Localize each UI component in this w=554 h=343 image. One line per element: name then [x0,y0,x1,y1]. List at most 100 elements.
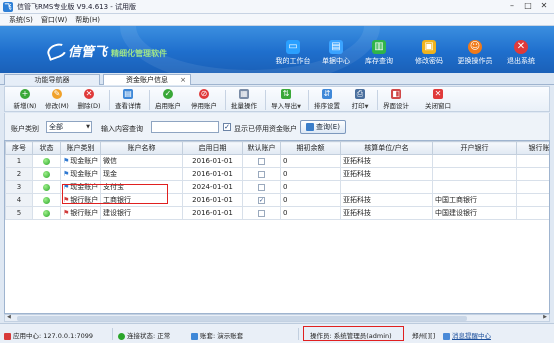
close-window-button[interactable]: ✕ 关闭窗口 [423,89,453,111]
enable-account-button[interactable]: ✓ 启用账户 [153,89,183,111]
toolbar-separator [308,90,309,110]
toolbar-label: 删除(D) [77,102,101,110]
add-button[interactable]: + 新增(N) [11,89,39,111]
default-account-checkbox[interactable] [258,170,265,178]
menu-window[interactable]: 窗口(W) [41,15,67,25]
enable-icon: ✓ [163,89,173,99]
nav-my-workbench[interactable]: ▭ 我的工作台 [272,40,314,66]
column-header[interactable]: 启用日期 [182,141,243,155]
column-header[interactable]: 序号 [5,141,33,155]
query-button-label: 查询(E) [316,123,340,131]
accounting-unit-cell: 亚拓科技 [340,154,433,168]
nav-label: 修改密码 [415,57,443,65]
toolbar-label: 打印▼ [351,102,369,110]
table-row[interactable]: 5 ⚑银行账户 建设银行 2016-01-01 0 亚拓科技 中国建设银行 [5,206,549,220]
account-type-select[interactable]: 全部 ▼ [46,121,92,133]
region-status: 郑州[][] [412,332,436,340]
toolbar-label: 停用账户 [191,102,217,110]
nav-switch-operator[interactable]: ☺ 更换操作员 [454,40,496,66]
row-number: 3 [5,180,33,194]
opening-balance-cell: 0 [280,180,341,194]
default-account-checkbox[interactable] [258,157,265,165]
book-icon: ▥ [372,40,386,54]
nav-inventory-query[interactable]: ▥ 库存查询 [358,40,400,66]
account-set-status: 账套: 演示账套 [191,330,243,340]
toolbar-separator [149,90,150,110]
monitor-icon: ▭ [286,40,300,54]
ui-design-button[interactable]: ◧ 界面设计 [381,89,411,111]
header-banner: 信管飞 精细化管理软件 ▭ 我的工作台 ▤ 单据中心 ▥ 库存查询 ▣ 修改密码… [0,26,554,73]
batch-operation-button[interactable]: ▦ 批量操作 [229,89,259,111]
menu-help[interactable]: 帮助(H) [75,15,100,25]
default-account-cell [242,180,281,194]
status-cell [32,167,61,181]
account-name-cell: 微信 [100,154,183,168]
nav-document-center[interactable]: ▤ 单据中心 [315,40,357,66]
column-header[interactable]: 核算单位/户名 [340,141,433,155]
message-center-link[interactable]: 消息提醒中心 [443,330,491,340]
show-disabled-checkbox[interactable]: ✓ [223,123,231,131]
account-name-cell: 建设银行 [100,206,183,220]
account-type-cell: ⚑现金账户 [60,154,101,168]
tab-function-navigator[interactable]: 功能导航器 [4,74,100,85]
column-header[interactable]: 银行账号 [516,141,549,155]
bank-account-cell [516,180,549,194]
print-button[interactable]: ⎙ 打印▼ [348,89,372,111]
query-input[interactable] [151,121,219,133]
toolbar: + 新增(N) ✎ 修改(M) ✕ 删除(D) ▤ 查看详情 ✓ 启用账户 ⊘ … [4,86,550,112]
menu-system[interactable]: 系统(S) [9,15,33,25]
column-header[interactable]: 开户银行 [432,141,517,155]
tab-label: 功能导航器 [34,76,70,84]
close-button[interactable]: ✕ [536,1,552,12]
start-date-cell: 2016-01-01 [182,154,243,168]
scroll-left-icon[interactable]: ◀ [7,314,11,320]
default-account-checkbox[interactable] [258,209,265,217]
bank-flag-icon: ⚑ [63,209,70,217]
scroll-right-icon[interactable]: ▶ [543,314,547,320]
column-header[interactable]: 状态 [32,141,61,155]
delete-button[interactable]: ✕ 删除(D) [75,89,103,111]
disable-account-button[interactable]: ⊘ 停用账户 [189,89,219,111]
import-export-button[interactable]: ⇅ 导入导出▼ [269,89,303,111]
search-icon [306,123,315,131]
title-bar: 飞 信管飞RMS专业版 V9.4.613 - 试用版 – □ ✕ [0,0,554,14]
status-cell [32,180,61,194]
maximize-button[interactable]: □ [520,1,536,12]
view-details-button[interactable]: ▤ 查看详情 [113,89,143,111]
table-row[interactable]: 1 ⚑现金账户 微信 2016-01-01 0 亚拓科技 [5,154,549,168]
window-controls: – □ ✕ [504,1,552,12]
column-header[interactable]: 账户名称 [100,141,183,155]
tab-fund-accounts[interactable]: 资金账户信息 × [103,74,191,85]
status-bar: 应用中心: 127.0.0.1:7099 连接状态: 正常 账套: 演示账套 操… [0,323,554,343]
toolbar-label: 排序设置 [314,102,340,110]
import-export-icon: ⇅ [281,89,291,99]
design-icon: ◧ [391,89,401,99]
accounts-table: 序号 状态 账户类别 账户名称 启用日期 默认账户 期初余额 核算单位/户名 开… [5,141,549,220]
sort-settings-button[interactable]: ⇵ 排序设置 [312,89,342,111]
table-row[interactable]: 2 ⚑现金账户 现金 2016-01-01 0 亚拓科技 [5,167,549,181]
edit-button[interactable]: ✎ 修改(M) [43,89,71,111]
query-button[interactable]: 查询(E) [300,120,346,134]
nav-exit-system[interactable]: ✕ 退出系统 [500,40,542,66]
sort-icon: ⇵ [322,89,332,99]
tab-label: 资金账户信息 [126,76,168,84]
opening-balance-cell: 0 [280,193,341,207]
tab-close-icon[interactable]: × [180,75,186,85]
column-header[interactable]: 账户类别 [60,141,101,155]
bank-account-cell [516,154,549,168]
column-header[interactable]: 期初余额 [280,141,341,155]
bank-account-cell [516,193,549,207]
nav-label: 单据中心 [322,57,350,65]
minimize-button[interactable]: – [504,1,520,12]
horizontal-scrollbar[interactable]: ◀ ▶ [4,314,550,322]
add-icon: + [20,89,30,99]
scrollbar-thumb[interactable] [17,316,467,321]
filter-bar: 账户类别 全部 ▼ 输入内容查询 ✓ 显示已停用资金账户 查询(E) [4,113,550,140]
menu-bar: 系统(S) 窗口(W) 帮助(H) [0,14,554,26]
status-active-icon [43,183,50,191]
nav-change-password[interactable]: ▣ 修改密码 [408,40,450,66]
column-header[interactable]: 默认账户 [242,141,281,155]
toolbar-separator [109,90,110,110]
default-account-checkbox-checked[interactable]: ✓ [258,196,265,204]
default-account-checkbox[interactable] [258,183,265,191]
